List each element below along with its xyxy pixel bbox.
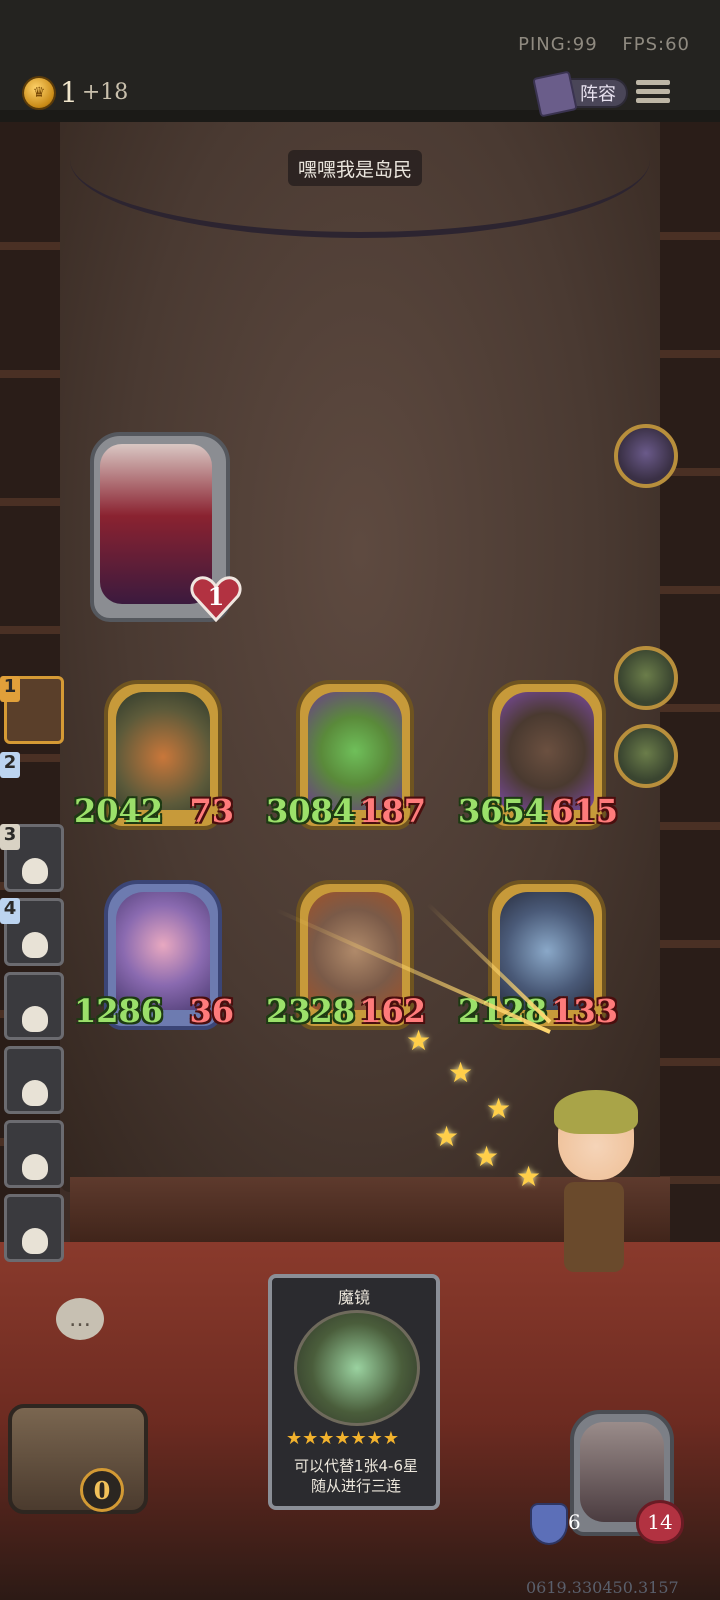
minion-attack: 2042 <box>74 792 164 830</box>
board-minion[interactable]: 2042 73 <box>74 680 234 830</box>
board-minion[interactable]: 1286 36 <box>74 880 234 1030</box>
island-kid-character <box>548 1090 638 1296</box>
opponent-health: 1 <box>190 574 242 623</box>
star-icon: ★ <box>474 1140 500 1173</box>
gold-counter: ♛ 1 +18 <box>24 76 128 109</box>
queue-slot-2[interactable]: 2 <box>0 752 66 792</box>
lineup-button[interactable]: 阵容 <box>532 70 628 118</box>
chest-counter: 0 <box>80 1468 124 1512</box>
player-health-value: 14 <box>647 1510 673 1534</box>
skull-icon <box>22 932 48 958</box>
queue-slot-4[interactable]: 4 <box>0 898 66 968</box>
opponent-health-value: 1 <box>207 582 225 611</box>
attack-effect: ★ ★ ★ ★ ★ ★ <box>230 902 552 1210</box>
magic-mirror-portrait <box>294 1310 420 1426</box>
bonsai-icon[interactable] <box>614 646 678 710</box>
skull-icon <box>22 1228 48 1254</box>
queue-number: 3 <box>0 824 20 850</box>
minion-attack: 1286 <box>74 992 164 1030</box>
star-icon: ★ <box>486 1092 512 1125</box>
star-icon: ★ <box>516 1160 542 1193</box>
card-description-line: 可以代替1张4-6星 <box>293 1457 419 1475</box>
card-description: 可以代替1张4-6星 随从进行三连 <box>278 1456 434 1496</box>
minion-health: 133 <box>551 992 618 1030</box>
hamburger-menu-icon[interactable] <box>636 76 670 108</box>
queue-slot-5[interactable] <box>0 972 66 1042</box>
magic-mirror-card[interactable]: 魔镜 ★★★★★★★ 可以代替1张4-6星 随从进行三连 <box>268 1274 440 1510</box>
fps-label: FPS:60 <box>622 34 690 55</box>
game-seed: 0619.330450.3157 <box>526 1578 679 1597</box>
board-minion[interactable]: 3084 187 <box>266 680 426 830</box>
card-description-line: 随从进行三连 <box>310 1477 401 1495</box>
lineup-label: 阵容 <box>580 84 616 105</box>
skull-icon <box>22 1080 48 1106</box>
heart-icon: 14 <box>636 1500 684 1544</box>
card-title: 魔镜 <box>337 1288 370 1307</box>
minion-attack: 3654 <box>458 792 548 830</box>
queue-slot-7[interactable] <box>0 1120 66 1190</box>
card-star-rating: ★★★★★★★ <box>286 1428 399 1449</box>
chat-bubble-icon[interactable]: … <box>56 1298 104 1340</box>
book-icon <box>532 70 578 118</box>
queue-slot-6[interactable] <box>0 1046 66 1116</box>
queue-number: 1 <box>0 676 20 702</box>
opponent-hero[interactable]: 1 <box>90 432 242 632</box>
ping-label: PING:99 <box>518 34 598 55</box>
skull-icon <box>22 1006 48 1032</box>
minion-attack: 3084 <box>266 792 356 830</box>
minion-health: 36 <box>189 992 234 1030</box>
board-minion[interactable]: 3654 615 <box>458 680 618 830</box>
kid-hair <box>554 1090 638 1134</box>
network-stats: PING:99 FPS:60 <box>518 34 690 55</box>
bonsai-icon[interactable] <box>614 724 678 788</box>
treasure-chest[interactable] <box>8 1404 148 1514</box>
player-armor-value: 6 <box>568 1510 581 1534</box>
minion-health: 187 <box>359 792 426 830</box>
minion-health: 73 <box>189 792 234 830</box>
queue-number: 4 <box>0 898 20 924</box>
kid-body <box>564 1182 624 1272</box>
queue-slot-8[interactable] <box>0 1194 66 1264</box>
skull-icon <box>22 858 48 884</box>
queue-slot-3[interactable]: 3 <box>0 824 66 894</box>
star-icon: ★ <box>406 1024 432 1057</box>
gold-amount: 1 <box>60 76 78 109</box>
queue-number: 2 <box>0 752 20 778</box>
opponent-name-banner: 嘿嘿我是岛民 <box>288 150 422 186</box>
crown-coin-icon: ♛ <box>24 77 54 108</box>
skull-icon <box>22 1154 48 1180</box>
board-minion[interactable]: 2128 133 <box>458 880 618 1030</box>
board-minion[interactable]: 2328 162 <box>266 880 426 1030</box>
star-icon: ★ <box>434 1120 460 1153</box>
star-icon: ★ <box>448 1056 474 1089</box>
shield-icon <box>530 1503 568 1545</box>
opponent-portrait-icon[interactable] <box>614 424 678 488</box>
queue-slot-1[interactable]: 1 <box>0 676 66 746</box>
minion-health: 615 <box>551 792 618 830</box>
gold-increment: +18 <box>81 80 129 105</box>
top-bar: PING:99 FPS:60 ♛ 1 +18 阵容 <box>0 0 720 118</box>
